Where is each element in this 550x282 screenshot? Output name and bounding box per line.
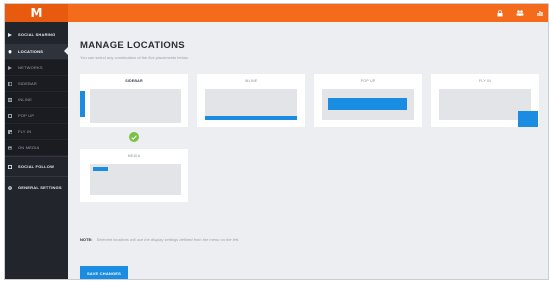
sidebar-item-label: GENERAL SETTINGS bbox=[18, 185, 62, 190]
selected-check-icon bbox=[129, 132, 139, 142]
sidebar-item-label: NETWORKS bbox=[18, 65, 43, 70]
location-pin-icon bbox=[8, 49, 12, 54]
sidebar: SOCIAL SHARING LOCATIONS NETWORKS SIDEBA… bbox=[5, 22, 68, 279]
location-card-label: POP UP bbox=[360, 79, 376, 83]
sidebar-divider bbox=[5, 156, 68, 157]
location-card-sidebar[interactable]: SIDEBAR bbox=[80, 74, 188, 127]
flyin-icon bbox=[8, 129, 12, 134]
layout-icon bbox=[8, 81, 12, 86]
sidebar-item-label: LOCATIONS bbox=[18, 49, 44, 54]
note-label: NOTE: bbox=[80, 237, 93, 242]
sidebar-item-social-follow[interactable]: SOCIAL FOLLOW bbox=[5, 159, 68, 174]
top-icons bbox=[490, 4, 548, 22]
location-card-inline[interactable]: INLINE bbox=[197, 74, 305, 127]
sidebar-item-label: SOCIAL SHARING bbox=[18, 32, 56, 37]
sidebar-item-label: FLY IN bbox=[18, 129, 32, 134]
logo[interactable]: M bbox=[5, 4, 68, 22]
logo-letter: M bbox=[30, 6, 43, 20]
share-icon bbox=[8, 65, 12, 70]
media-preview-bar bbox=[93, 167, 108, 171]
note-text: Selected locations will use the display … bbox=[96, 237, 240, 242]
sidebar-item-general-settings[interactable]: GENERAL SETTINGS bbox=[5, 180, 68, 195]
sidebar-item-social-sharing[interactable]: SOCIAL SHARING bbox=[5, 27, 68, 42]
inline-icon bbox=[8, 97, 12, 102]
sidebar-item-sidebar[interactable]: SIDEBAR bbox=[5, 76, 68, 91]
sidebar-preview-bar bbox=[80, 91, 85, 117]
location-card-label: INLINE bbox=[244, 79, 258, 83]
sidebar-item-inline[interactable]: INLINE bbox=[5, 92, 68, 107]
top-bar: M bbox=[5, 4, 548, 22]
sidebar-item-label: POP UP bbox=[18, 113, 35, 118]
sidebar-divider bbox=[5, 176, 68, 177]
sidebar-item-locations[interactable]: LOCATIONS bbox=[5, 44, 68, 59]
placeholder-content bbox=[90, 89, 181, 123]
inline-preview-bar bbox=[205, 116, 297, 120]
page-title: MANAGE LOCATIONS bbox=[80, 40, 185, 51]
sidebar-item-label: ON MEDIA bbox=[18, 145, 40, 150]
sidebar-item-networks[interactable]: NETWORKS bbox=[5, 60, 68, 75]
location-card-label: FLY IN bbox=[478, 79, 492, 83]
app-window: M SOCIAL SHARING LOCATIONS NETWORKS SIDE… bbox=[4, 3, 549, 280]
location-card-label: SIDEBAR bbox=[125, 79, 143, 83]
location-card-media[interactable]: MEDIA bbox=[80, 149, 188, 202]
media-icon bbox=[8, 146, 12, 150]
lock-icon[interactable] bbox=[490, 4, 510, 22]
sidebar-item-label: INLINE bbox=[18, 97, 33, 102]
sidebar-item-label: SIDEBAR bbox=[18, 81, 37, 86]
note: NOTE: Selected locations will use the dis… bbox=[80, 237, 239, 242]
share-icon bbox=[8, 32, 12, 37]
gear-icon bbox=[8, 185, 12, 190]
popup-icon bbox=[8, 113, 12, 118]
page-subtitle: You can select any combination of the fi… bbox=[80, 55, 189, 60]
location-card-popup[interactable]: POP UP bbox=[314, 74, 422, 127]
sidebar-item-label: SOCIAL FOLLOW bbox=[18, 164, 55, 169]
popup-preview-box bbox=[328, 98, 407, 110]
sidebar-item-flyin[interactable]: FLY IN bbox=[5, 124, 68, 139]
follow-icon bbox=[8, 164, 12, 169]
save-changes-button[interactable]: SAVE CHANGES bbox=[80, 266, 128, 279]
bar-chart-icon[interactable] bbox=[530, 4, 548, 22]
location-card-flyin[interactable]: FLY IN bbox=[431, 74, 539, 127]
sidebar-item-popup[interactable]: POP UP bbox=[5, 108, 68, 123]
flyin-preview-box bbox=[518, 111, 538, 127]
location-card-label: MEDIA bbox=[127, 154, 141, 158]
sidebar-item-onmedia[interactable]: ON MEDIA bbox=[5, 140, 68, 155]
users-icon[interactable] bbox=[510, 4, 530, 22]
